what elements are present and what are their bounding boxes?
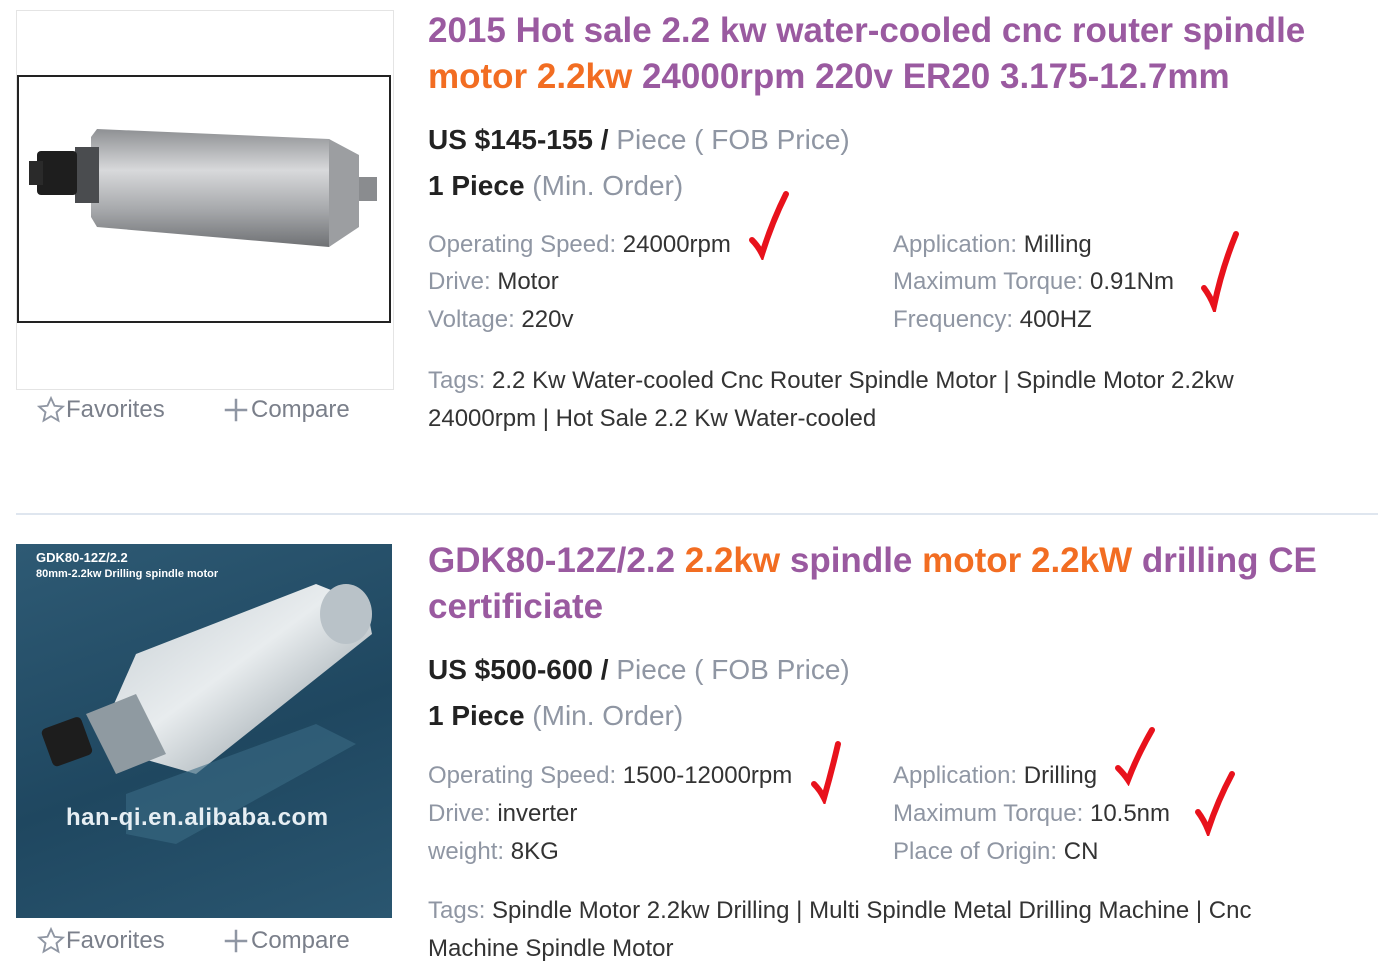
attr-label: Operating Speed: bbox=[428, 762, 617, 789]
price-unit: Piece ( FOB Price) bbox=[608, 654, 850, 685]
price-value: US $500-600 / bbox=[428, 654, 609, 685]
price-value: US $145-155 / bbox=[428, 124, 609, 155]
attr-drive: Drive: inverter bbox=[428, 800, 577, 828]
attr-frequency: Frequency: 400HZ bbox=[893, 306, 1092, 334]
attr-max-torque: Maximum Torque: 0.91Nm bbox=[893, 268, 1174, 296]
star-outline-icon bbox=[36, 395, 66, 423]
red-checkmark-icon bbox=[811, 741, 841, 804]
attr-value: 220v bbox=[514, 306, 574, 333]
attr-value: 1500-12000rpm bbox=[616, 762, 793, 789]
product-title-link[interactable]: 2015 Hot sale 2.2 kw water-cooled cnc ro… bbox=[428, 8, 1368, 100]
product-image[interactable]: GDK80-12Z/2.2 80mm-2.2kw Drilling spindl… bbox=[16, 544, 392, 918]
listing-actions: Favorites Compare bbox=[36, 395, 396, 429]
attr-value: Motor bbox=[490, 268, 559, 295]
tags-label: Tags: bbox=[428, 367, 486, 394]
product-image[interactable] bbox=[17, 75, 391, 323]
min-order-value: 1 Piece bbox=[428, 170, 525, 201]
attr-label: Frequency: bbox=[893, 306, 1014, 333]
attr-label: Drive: bbox=[428, 268, 491, 295]
red-checkmark-icon bbox=[1201, 231, 1239, 312]
red-checkmark-icon bbox=[1115, 727, 1155, 786]
attr-value: Drilling bbox=[1017, 762, 1098, 789]
compare-button[interactable]: Compare bbox=[221, 926, 350, 956]
plus-icon bbox=[224, 929, 248, 953]
attr-label: Application: bbox=[893, 762, 1018, 789]
title-part: GDK80-12Z/2.2 bbox=[428, 541, 685, 580]
product-listing: GDK80-12Z/2.2 80mm-2.2kw Drilling spindl… bbox=[0, 530, 1378, 970]
plus-icon bbox=[224, 398, 248, 422]
star-outline-icon bbox=[36, 926, 66, 954]
listing-divider bbox=[16, 513, 1378, 515]
attr-label: Maximum Torque: bbox=[893, 268, 1084, 295]
attr-operating-speed: Operating Speed: 1500-12000rpm bbox=[428, 762, 792, 790]
attr-label: Maximum Torque: bbox=[893, 800, 1084, 827]
red-checkmark-icon bbox=[1195, 771, 1235, 836]
title-highlight: motor 2.2kW bbox=[922, 541, 1133, 580]
attr-value: 8KG bbox=[504, 838, 559, 865]
attr-label: Drive: bbox=[428, 800, 491, 827]
min-order-line: 1 Piece (Min. Order) bbox=[428, 170, 683, 202]
attr-max-torque: Maximum Torque: 10.5nm bbox=[893, 800, 1170, 828]
attr-operating-speed: Operating Speed: 24000rpm bbox=[428, 231, 731, 259]
tags-links[interactable]: Spindle Motor 2.2kw Drilling | Multi Spi… bbox=[428, 897, 1251, 962]
price-line: US $500-600 / Piece ( FOB Price) bbox=[428, 654, 850, 686]
tags-line: Tags: Spindle Motor 2.2kw Drilling | Mul… bbox=[428, 892, 1328, 968]
attr-label: Operating Speed: bbox=[428, 231, 617, 258]
tags-links[interactable]: 2.2 Kw Water-cooled Cnc Router Spindle M… bbox=[428, 367, 1234, 432]
favorites-button[interactable]: Favorites bbox=[36, 395, 165, 425]
favorites-label: Favorites bbox=[66, 927, 165, 954]
attr-application: Application: Drilling bbox=[893, 762, 1097, 790]
attr-value: 10.5nm bbox=[1083, 800, 1171, 827]
attr-value: inverter bbox=[490, 800, 578, 827]
title-highlight: 2.2kw bbox=[684, 541, 781, 580]
tags-label: Tags: bbox=[428, 897, 486, 924]
price-unit: Piece ( FOB Price) bbox=[608, 124, 850, 155]
title-part: 24000rpm 220v ER20 3.175-12.7mm bbox=[632, 57, 1230, 96]
min-order-label: (Min. Order) bbox=[524, 700, 684, 731]
title-part: 2015 Hot sale 2.2 kw water-cooled cnc ro… bbox=[428, 11, 1306, 50]
compare-label: Compare bbox=[251, 927, 350, 954]
product-image-frame[interactable]: GDK80-12Z/2.2 80mm-2.2kw Drilling spindl… bbox=[16, 544, 392, 918]
spindle-motor-illustration bbox=[41, 584, 372, 844]
tags-line: Tags: 2.2 Kw Water-cooled Cnc Router Spi… bbox=[428, 362, 1328, 438]
title-part: spindle bbox=[780, 541, 923, 580]
favorites-button[interactable]: Favorites bbox=[36, 926, 165, 956]
attr-label: Voltage: bbox=[428, 306, 515, 333]
attr-voltage: Voltage: 220v bbox=[428, 306, 573, 334]
attr-value: CN bbox=[1057, 838, 1099, 865]
attr-drive: Drive: Motor bbox=[428, 268, 559, 296]
attr-label: weight: bbox=[428, 838, 505, 865]
favorites-label: Favorites bbox=[66, 396, 165, 423]
attr-value: Milling bbox=[1017, 231, 1092, 258]
attr-value: 24000rpm bbox=[616, 231, 731, 258]
title-highlight: motor 2.2kw bbox=[428, 57, 633, 96]
attr-place-of-origin: Place of Origin: CN bbox=[893, 838, 1098, 866]
min-order-line: 1 Piece (Min. Order) bbox=[428, 700, 683, 732]
attr-label: Place of Origin: bbox=[893, 838, 1058, 865]
product-title-link[interactable]: GDK80-12Z/2.2 2.2kw spindle motor 2.2kW … bbox=[428, 538, 1368, 630]
attr-application: Application: Milling bbox=[893, 231, 1092, 259]
attr-weight: weight: 8KG bbox=[428, 838, 559, 866]
attr-label: Application: bbox=[893, 231, 1018, 258]
attr-value: 400HZ bbox=[1013, 306, 1092, 333]
price-line: US $145-155 / Piece ( FOB Price) bbox=[428, 124, 850, 156]
attr-value: 0.91Nm bbox=[1083, 268, 1174, 295]
min-order-value: 1 Piece bbox=[428, 700, 525, 731]
spindle-motor-illustration bbox=[29, 129, 377, 247]
image-watermark: han-qi.en.alibaba.com bbox=[66, 804, 329, 831]
compare-label: Compare bbox=[251, 396, 350, 423]
red-checkmark-icon bbox=[749, 191, 789, 260]
product-image-frame[interactable] bbox=[16, 10, 394, 390]
min-order-label: (Min. Order) bbox=[524, 170, 684, 201]
compare-button[interactable]: Compare bbox=[221, 395, 350, 425]
listing-actions: Favorites Compare bbox=[36, 926, 396, 960]
product-listing: Favorites Compare 2015 Hot sale 2.2 kw w… bbox=[0, 0, 1378, 500]
